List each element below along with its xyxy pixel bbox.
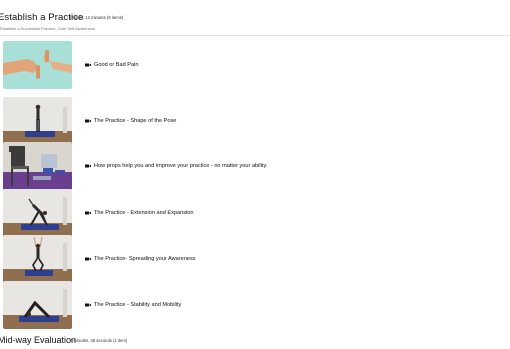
divider: [0, 35, 510, 36]
next-section-title: Mid-way Evaluation: [0, 335, 77, 345]
video-camera-icon: [85, 119, 91, 123]
lesson-thumbnail[interactable]: [3, 97, 72, 145]
down-dog-pose-image: [3, 281, 72, 329]
lesson-title[interactable]: How props help you and improve your prac…: [85, 163, 267, 169]
props-chair-image: [3, 142, 72, 190]
video-camera-icon: [85, 211, 91, 215]
next-section-meta: 4 minutes, 26 seconds (1 item): [70, 338, 128, 343]
lesson-item[interactable]: The Practice - Shape of the Pose: [3, 97, 483, 145]
video-camera-icon: [85, 164, 91, 168]
video-camera-icon: [85, 63, 91, 67]
lesson-title[interactable]: The Practice- Spreading your Awareness: [85, 256, 196, 262]
arms-raised-pose-image: [3, 235, 72, 283]
lesson-title-text: The Practice - Shape of the Pose: [94, 118, 177, 124]
lesson-title-text: The Practice- Spreading your Awareness: [94, 256, 196, 262]
section-subtitle: Establish a Successful Practice, Gain Se…: [0, 26, 95, 31]
thumbs-up-down-image: [3, 41, 72, 89]
triangle-pose-image: [3, 189, 72, 237]
lesson-item[interactable]: The Practice- Spreading your Awareness: [3, 235, 483, 283]
section-meta: 2 hours, 12 minutes (6 items): [69, 15, 124, 20]
lesson-thumbnail[interactable]: [3, 235, 72, 283]
video-camera-icon: [85, 303, 91, 307]
lesson-title-text: Good or Bad Pain: [94, 62, 139, 68]
lesson-title[interactable]: The Practice - Extension and Expansion: [85, 210, 194, 216]
lesson-title-text: How props help you and improve your prac…: [94, 163, 268, 169]
lesson-title[interactable]: The Practice - Shape of the Pose: [85, 118, 176, 124]
lesson-item[interactable]: How props help you and improve your prac…: [3, 142, 483, 190]
lesson-thumbnail[interactable]: [3, 281, 72, 329]
lesson-title[interactable]: Good or Bad Pain: [85, 62, 138, 68]
lesson-item[interactable]: Good or Bad Pain: [3, 41, 483, 89]
lesson-title-text: The Practice - Stability and Mobility: [94, 302, 182, 308]
lesson-thumbnail[interactable]: [3, 41, 72, 89]
lesson-item[interactable]: The Practice - Extension and Expansion: [3, 189, 483, 237]
lesson-title[interactable]: The Practice - Stability and Mobility: [85, 302, 181, 308]
lesson-title-text: The Practice - Extension and Expansion: [94, 210, 194, 216]
lesson-thumbnail[interactable]: [3, 189, 72, 237]
standing-pose-image: [3, 97, 72, 145]
lesson-thumbnail[interactable]: [3, 142, 72, 190]
lesson-item[interactable]: The Practice - Stability and Mobility: [3, 281, 483, 329]
video-camera-icon: [85, 257, 91, 261]
